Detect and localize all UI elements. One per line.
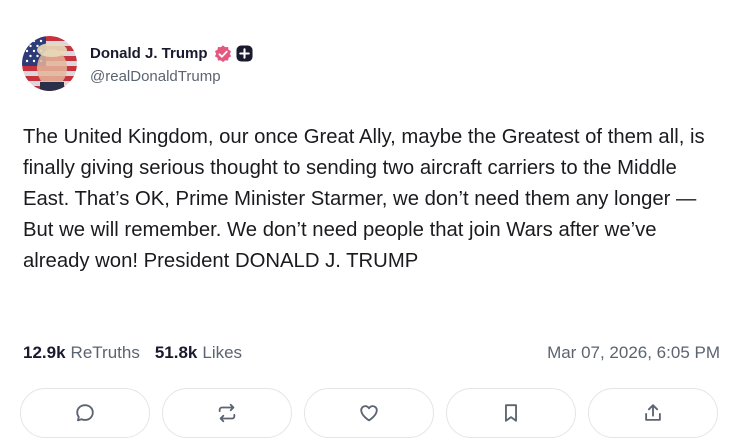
retruth-button[interactable]: [162, 388, 292, 438]
likes-label[interactable]: Likes: [202, 343, 242, 363]
likes-count[interactable]: 51.8k: [155, 343, 198, 363]
share-button[interactable]: [588, 388, 718, 438]
plus-badge-icon: [235, 45, 253, 62]
retruths-label[interactable]: ReTruths: [71, 343, 140, 363]
reply-button[interactable]: [20, 388, 150, 438]
like-button[interactable]: [304, 388, 434, 438]
reply-icon: [76, 404, 94, 422]
post-card: Donald J. Trump @realDonaldTrump The Uni…: [0, 0, 741, 446]
post-stats: 12.9k ReTruths 51.8k Likes: [23, 343, 242, 363]
verified-badge-icon: [214, 44, 232, 63]
avatar[interactable]: [22, 36, 77, 91]
post-text: The United Kingdom, our once Great Ally,…: [23, 126, 705, 272]
share-icon: [645, 404, 661, 421]
bookmark-icon: [505, 404, 517, 422]
avatar-image: [22, 36, 77, 91]
retruths-count[interactable]: 12.9k: [23, 343, 66, 363]
bookmark-button[interactable]: [446, 388, 576, 438]
display-name[interactable]: Donald J. Trump: [90, 45, 208, 62]
name-row: Donald J. Trump: [90, 43, 253, 65]
post-header: Donald J. Trump @realDonaldTrump: [22, 36, 253, 91]
heart-icon: [360, 405, 378, 422]
handle[interactable]: @realDonaldTrump: [90, 68, 253, 85]
identity: Donald J. Trump @realDonaldTrump: [90, 43, 253, 85]
retruth-icon: [218, 403, 236, 423]
action-bar: [20, 388, 718, 438]
post-timestamp[interactable]: Mar 07, 2026, 6:05 PM: [547, 343, 720, 363]
